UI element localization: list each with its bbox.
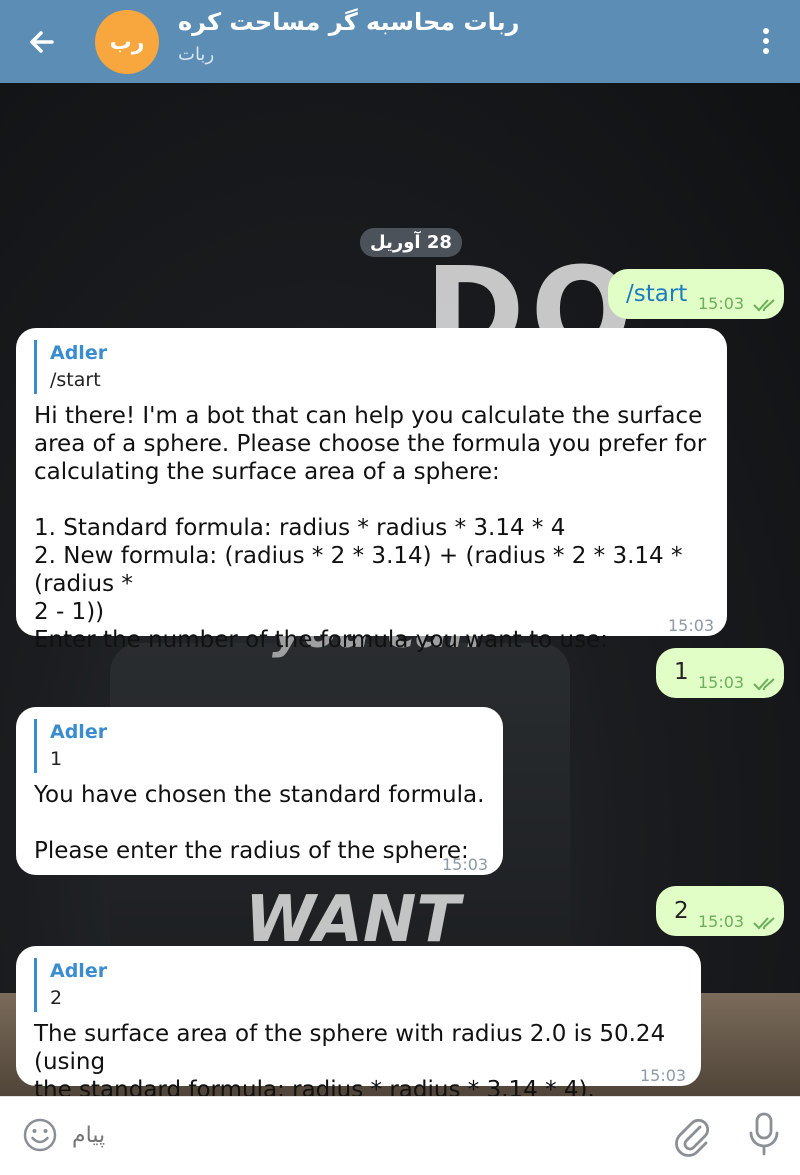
outgoing-message[interactable]: /start 15:03 bbox=[608, 269, 784, 319]
message-input[interactable] bbox=[72, 1115, 592, 1155]
more-vertical-icon[interactable] bbox=[756, 26, 776, 56]
message-text: The surface area of the sphere with radi… bbox=[34, 1021, 666, 1096]
chat-header: رب ربات محاسبه گر مساحت کره ربات bbox=[0, 0, 800, 83]
incoming-message[interactable]: Adler 2 The surface area of the sphere w… bbox=[16, 946, 701, 1096]
chat-subtitle: ربات bbox=[178, 44, 215, 65]
message-text: 2 bbox=[674, 898, 689, 924]
outgoing-message[interactable]: 1 15:03 bbox=[656, 648, 784, 698]
message-time: 15:03 bbox=[698, 290, 779, 318]
back-arrow-icon[interactable] bbox=[22, 22, 62, 62]
paperclip-icon[interactable] bbox=[672, 1113, 712, 1157]
chat-title[interactable]: ربات محاسبه گر مساحت کره bbox=[178, 8, 519, 36]
double-check-icon bbox=[753, 916, 775, 929]
microphone-icon[interactable] bbox=[746, 1111, 782, 1157]
reply-preview[interactable]: Adler 1 bbox=[34, 719, 107, 773]
message-text: 1 bbox=[674, 659, 689, 685]
outgoing-message[interactable]: 2 15:03 bbox=[656, 886, 784, 936]
message-time: 15:03 bbox=[698, 908, 779, 936]
message-composer bbox=[0, 1096, 800, 1175]
reply-author: Adler bbox=[50, 960, 108, 982]
double-check-icon bbox=[753, 677, 775, 690]
message-text: You have chosen the standard formula. Pl… bbox=[34, 782, 485, 864]
double-check-icon bbox=[753, 298, 775, 311]
incoming-message[interactable]: Adler 1 You have chosen the standard for… bbox=[16, 707, 503, 875]
reply-author: Adler bbox=[50, 342, 108, 364]
message-time: 15:03 bbox=[698, 669, 779, 697]
reply-preview[interactable]: Adler 2 bbox=[34, 958, 107, 1012]
reply-text: /start bbox=[50, 369, 101, 391]
message-text: Hi there! I'm a bot that can help you ca… bbox=[34, 403, 707, 653]
smile-icon[interactable] bbox=[22, 1117, 58, 1153]
reply-author: Adler bbox=[50, 721, 108, 743]
message-text: /start bbox=[626, 281, 688, 307]
date-separator: 28 آوریل bbox=[360, 228, 462, 257]
reply-text: 2 bbox=[50, 987, 63, 1009]
message-time: 15:03 bbox=[442, 855, 489, 874]
message-time: 15:03 bbox=[668, 616, 715, 635]
reply-text: 1 bbox=[50, 748, 63, 770]
incoming-message[interactable]: Adler /start Hi there! I'm a bot that ca… bbox=[16, 328, 727, 653]
avatar[interactable]: رب bbox=[95, 10, 159, 74]
reply-preview[interactable]: Adler /start bbox=[34, 340, 107, 394]
chat-area[interactable]: DO you can WANT 28 آوریل /start 15:03 Ad… bbox=[0, 83, 800, 1096]
message-time: 15:03 bbox=[640, 1066, 687, 1085]
